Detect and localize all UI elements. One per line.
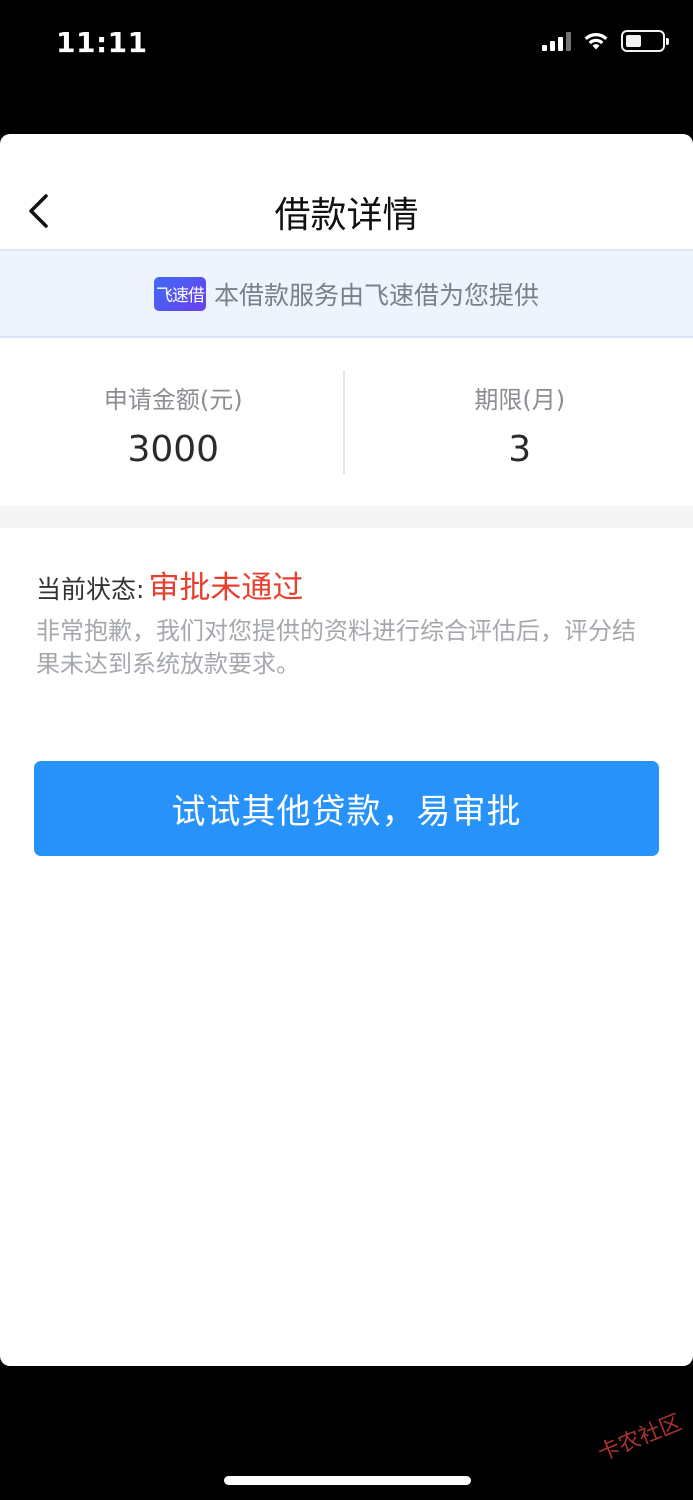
battery-level [626, 35, 642, 47]
column-divider [343, 370, 345, 474]
battery-icon [621, 30, 669, 52]
provider-banner: 飞速借 本借款服务由飞速借为您提供 [0, 251, 693, 338]
nav-bar: 借款详情 [0, 134, 693, 251]
term-column: 期限(月) 3 [347, 338, 693, 506]
status-time: 11:11 [56, 26, 148, 59]
section-separator [0, 506, 693, 528]
status-label: 当前状态: [36, 575, 145, 604]
phone-screen: 11:11 借款详情 飞速借 本借款服务由飞速借为您提供 申请金额(元) 300… [0, 0, 693, 1500]
provider-text: 本借款服务由飞速借为您提供 [213, 280, 539, 310]
status-badge: 审批未通过 [148, 570, 304, 606]
cellular-signal-icon [542, 31, 571, 51]
amount-value: 3000 [127, 429, 220, 470]
term-value: 3 [508, 429, 532, 470]
try-other-loans-button[interactable]: 试试其他贷款，易审批 [34, 761, 659, 856]
amount-label: 申请金额(元) [103, 386, 243, 414]
loan-summary: 申请金额(元) 3000 期限(月) 3 [0, 338, 693, 506]
status-bar: 11:11 [0, 0, 693, 90]
app-card: 借款详情 飞速借 本借款服务由飞速借为您提供 申请金额(元) 3000 期限(月… [0, 134, 693, 1366]
status-section: 当前状态: 审批未通过 非常抱歉，我们对您提供的资料进行综合评估后，评分结果未达… [0, 528, 693, 681]
home-indicator[interactable] [224, 1476, 471, 1485]
status-icons [542, 30, 669, 52]
term-label: 期限(月) [474, 386, 566, 414]
amount-column: 申请金额(元) 3000 [0, 338, 347, 506]
provider-logo: 飞速借 [153, 276, 206, 311]
watermark: 卡农社区 [594, 1410, 686, 1467]
status-line: 当前状态: 审批未通过 [36, 562, 657, 607]
page-title: 借款详情 [274, 195, 419, 236]
status-description: 非常抱歉，我们对您提供的资料进行综合评估后，评分结果未达到系统放款要求。 [36, 617, 636, 678]
wifi-icon [583, 31, 609, 51]
